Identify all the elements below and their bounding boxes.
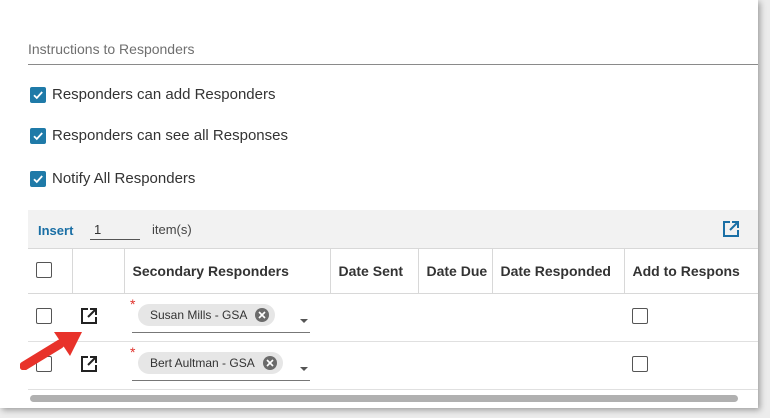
responder-name: Bert Aultman - GSA (150, 356, 255, 370)
insert-button[interactable]: Insert (38, 223, 73, 238)
add-to-response-checkbox[interactable] (632, 308, 648, 324)
option-label: Notify All Responders (52, 170, 196, 187)
annotation-arrow-icon (20, 332, 82, 370)
responder-name: Susan Mills - GSA (150, 308, 248, 322)
instructions-input[interactable] (28, 36, 758, 62)
required-indicator: * (130, 344, 136, 360)
date-responded-cell (492, 341, 624, 390)
header-date-due[interactable]: Date Due (417, 248, 492, 294)
date-sent-cell (330, 341, 418, 390)
quantity-value: 1 (94, 222, 102, 237)
header-select-all[interactable] (28, 248, 72, 294)
header-date-sent[interactable]: Date Sent (329, 248, 418, 294)
header-add-to-response[interactable]: Add to Respons (623, 248, 758, 294)
instructions-field-wrapper (28, 36, 758, 65)
add-to-response-checkbox[interactable] (632, 356, 648, 372)
open-external-icon[interactable] (722, 220, 740, 241)
date-responded-cell (492, 293, 624, 342)
remove-chip-icon[interactable] (255, 308, 270, 322)
date-sent-cell (330, 293, 418, 342)
responder-chip: Bert Aultman - GSA (138, 352, 283, 374)
select-all-checkbox[interactable] (36, 261, 52, 278)
secondary-responders-table: Secondary Responders Date Sent Date Due … (28, 248, 758, 390)
header-date-responded[interactable]: Date Responded (491, 248, 624, 294)
checkbox-checked[interactable] (30, 170, 46, 187)
items-label: item(s) (152, 222, 192, 237)
option-label: Responders can see all Responses (52, 127, 288, 144)
check-icon (33, 174, 43, 183)
table-row: * Susan Mills - GSA (28, 293, 758, 342)
checkbox-checked[interactable] (30, 127, 46, 144)
option-add-responders[interactable]: Responders can add Responders (30, 86, 275, 103)
responder-chip: Susan Mills - GSA (138, 304, 276, 326)
required-indicator: * (130, 296, 136, 312)
option-notify-all[interactable]: Notify All Responders (30, 170, 195, 187)
horizontal-scrollbar[interactable] (30, 395, 738, 402)
check-icon (33, 131, 43, 140)
option-see-all-responses[interactable]: Responders can see all Responses (30, 127, 288, 144)
responder-select[interactable]: * Bert Aultman - GSA (130, 344, 310, 381)
table-header-row: Secondary Responders Date Sent Date Due … (28, 248, 758, 294)
check-icon (33, 90, 43, 99)
row-select-checkbox[interactable] (36, 308, 52, 324)
grid-toolbar: Insert 1 item(s) (28, 210, 758, 248)
checkbox-checked[interactable] (30, 86, 46, 103)
option-label: Responders can add Responders (52, 86, 276, 103)
header-secondary-responders[interactable]: Secondary Responders (123, 248, 330, 294)
chevron-down-icon[interactable] (298, 360, 310, 376)
table-row: * Bert Aultman - GSA (28, 341, 758, 390)
header-actions (71, 248, 124, 294)
date-due-cell (418, 341, 492, 390)
date-due-cell (418, 293, 492, 342)
chevron-down-icon[interactable] (298, 312, 310, 328)
responder-select[interactable]: * Susan Mills - GSA (130, 296, 310, 333)
remove-chip-icon[interactable] (262, 356, 277, 370)
responders-panel: Responders can add Responders Responders… (0, 0, 758, 408)
quantity-input[interactable]: 1 (90, 219, 140, 240)
